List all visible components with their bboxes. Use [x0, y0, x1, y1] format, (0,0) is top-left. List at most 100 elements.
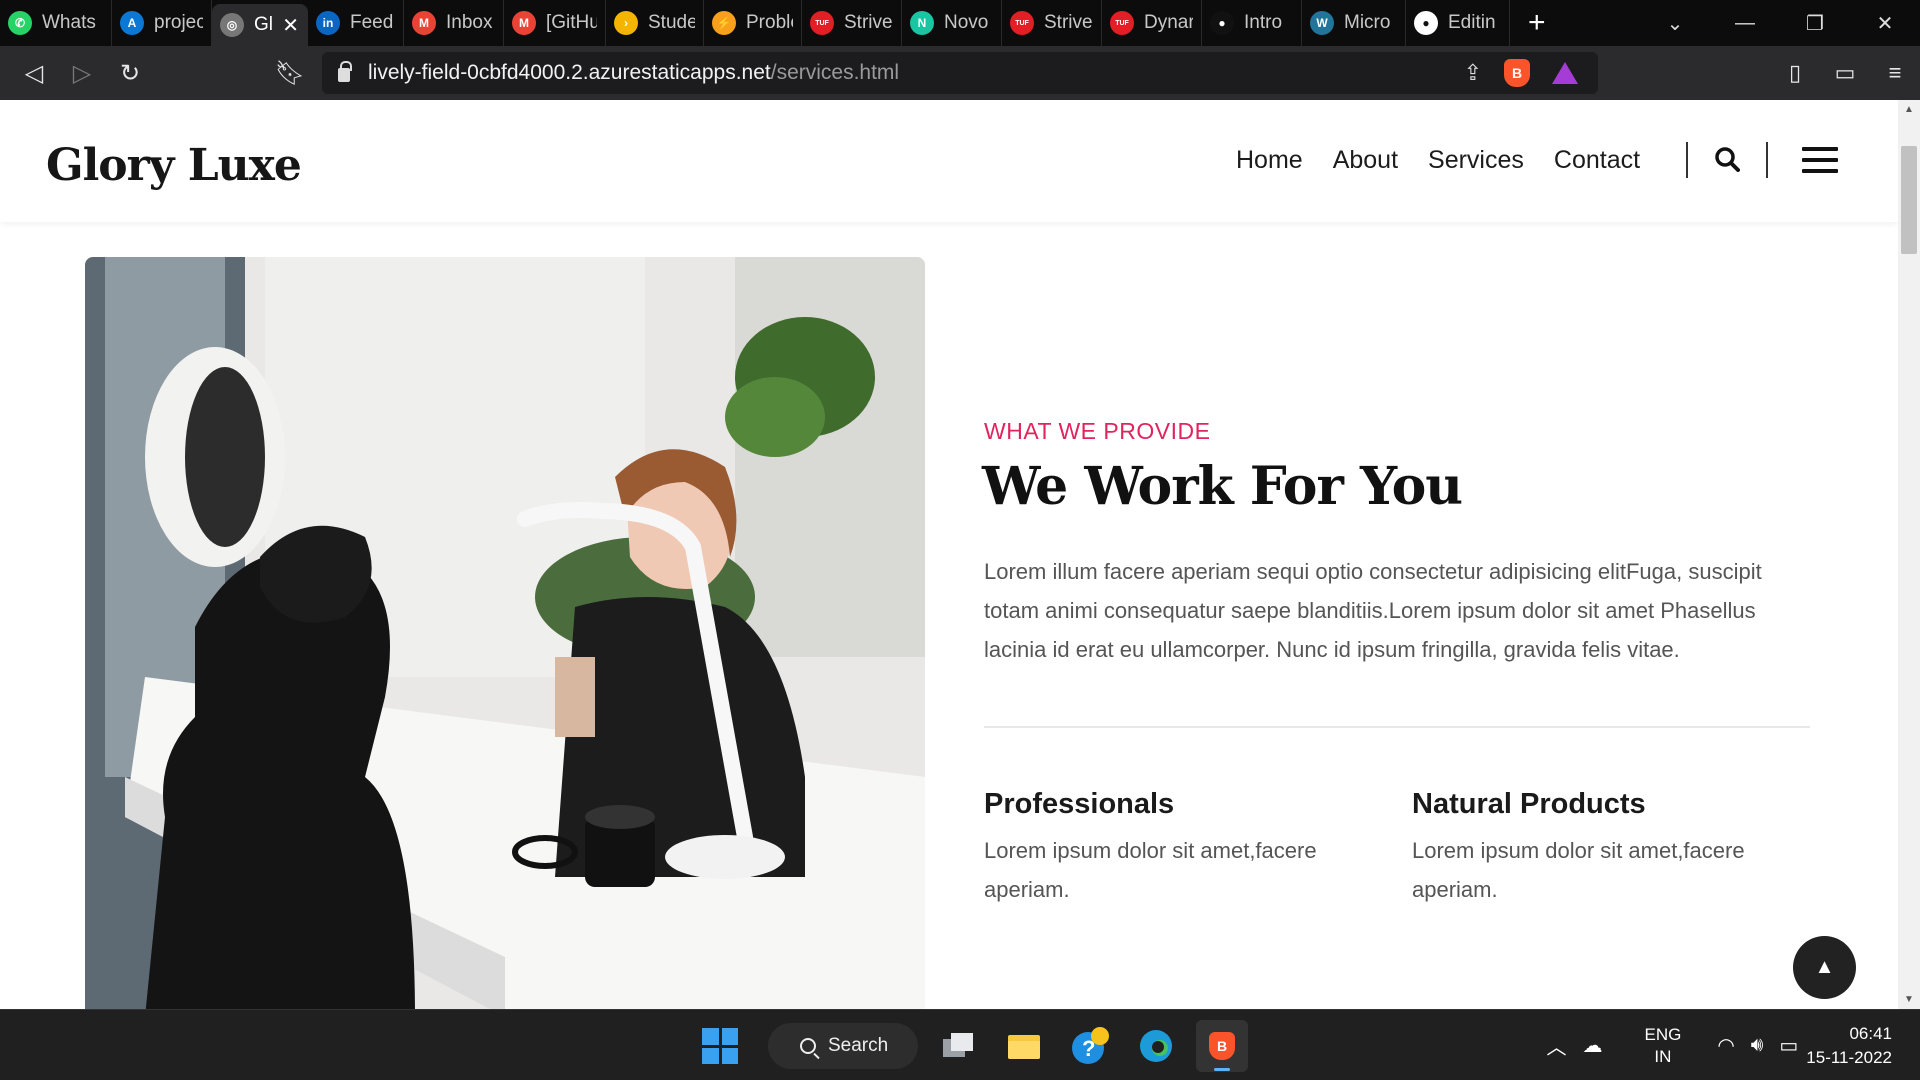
feature-natural-products: Natural Products Lorem ipsum dolor sit a… [1412, 788, 1792, 909]
gmail-icon: M [512, 11, 536, 35]
browser-tab[interactable]: in Feed [308, 0, 404, 46]
sidebar-toggle-icon[interactable]: ▯ [1770, 60, 1820, 86]
wifi-icon[interactable]: ◠ [1717, 1033, 1734, 1058]
back-button[interactable]: ◁ [10, 59, 58, 88]
tab-label: Strive [1044, 12, 1093, 33]
nav-home[interactable]: Home [1236, 146, 1303, 175]
browser-menu-icon[interactable]: ≡ [1870, 60, 1920, 86]
tab-search-chevron-icon[interactable]: ⌄ [1640, 11, 1710, 36]
tab-label: Editin [1448, 12, 1496, 33]
address-bar[interactable]: lively-field-0cbfd4000.2.azurestaticapps… [322, 52, 1598, 94]
header-divider [1686, 142, 1688, 178]
salon-photo [85, 257, 925, 1009]
lock-icon[interactable] [338, 61, 352, 82]
wordpress-icon: W [1310, 11, 1334, 35]
browser-tab[interactable]: TUF Strive [802, 0, 902, 46]
browser-tab[interactable]: Aprojec [112, 0, 212, 46]
window-controls: ⌄ — ❐ ✕ [1640, 0, 1920, 46]
browser-tab[interactable]: N Novo [902, 0, 1002, 46]
github-icon: ● [1210, 11, 1234, 35]
page-scrollbar[interactable]: ▲ ▼ [1898, 100, 1920, 1009]
file-explorer-icon[interactable] [998, 1020, 1050, 1072]
feature-professionals: Professionals Lorem ipsum dolor sit amet… [984, 788, 1364, 909]
feature-text: Lorem ipsum dolor sit amet,facere aperia… [1412, 838, 1745, 902]
scroll-up-icon[interactable]: ▲ [1898, 104, 1920, 115]
taskbar-search[interactable]: Search [768, 1023, 918, 1069]
onedrive-cloud-icon[interactable]: ☁ [1582, 1033, 1602, 1058]
close-window-button[interactable]: ✕ [1850, 11, 1920, 36]
site-header: Glory Luxe Home About Services Contact [0, 100, 1898, 222]
feature-title: Natural Products [1412, 788, 1646, 820]
start-button[interactable] [694, 1020, 746, 1072]
nav-contact[interactable]: Contact [1554, 146, 1640, 175]
scrollbar-thumb[interactable] [1901, 146, 1917, 254]
tab-list: ✆ Whats Aprojec ◎ Gl ✕ in Feed M Inbox M [GitHu › Stu… [0, 0, 1510, 46]
hamburger-menu-icon[interactable] [1802, 147, 1838, 173]
browser-tab[interactable]: M Inbox [404, 0, 504, 46]
tab-label: projec [154, 12, 203, 33]
tab-label: Micro [1344, 12, 1391, 33]
tab-label: Gl [254, 14, 273, 35]
task-view-icon[interactable] [932, 1020, 984, 1072]
brave-browser-icon[interactable]: B [1196, 1020, 1248, 1072]
tab-label: Inbox [446, 12, 493, 33]
nav-about[interactable]: About [1333, 146, 1398, 175]
section-divider [984, 726, 1810, 728]
region-code: IN [1654, 1046, 1672, 1066]
arrow-up-icon: ▲ [1814, 956, 1835, 978]
brave-logo-icon: B [1209, 1032, 1235, 1060]
help-icon[interactable]: ? [1064, 1020, 1116, 1072]
bookmark-icon[interactable]: 🔖︎ [266, 59, 314, 88]
browser-tab[interactable]: ● Intro [1202, 0, 1302, 46]
browser-tab[interactable]: ● Editin [1406, 0, 1510, 46]
clock[interactable]: 06:41 15-11-2022 [1806, 1022, 1892, 1070]
globe-icon: ◎ [220, 13, 244, 37]
volume-icon[interactable]: 🔊︎ [1751, 1034, 1764, 1057]
browser-tab[interactable]: TUF Strive [1002, 0, 1102, 46]
windows-logo-icon [702, 1028, 738, 1064]
restore-button[interactable]: ❐ [1780, 11, 1850, 36]
language-indicator[interactable]: ENG IN [1644, 1024, 1681, 1068]
browser-tab[interactable]: M [GitHu [504, 0, 606, 46]
section-headline: We Work For You [982, 456, 1463, 517]
tuf-icon: TUF [1110, 11, 1134, 35]
battery-icon[interactable]: ▭ [1779, 1033, 1798, 1058]
feature-title: Professionals [984, 788, 1175, 820]
new-tab-button[interactable]: + [1528, 6, 1546, 40]
google-classroom-icon: › [614, 11, 638, 35]
browser-toolbar: ◁ ▷ ↻ 🔖︎ lively-field-0cbfd4000.2.azures… [0, 46, 1920, 100]
clock-date: 15-11-2022 [1806, 1047, 1892, 1067]
linkedin-icon: in [316, 11, 340, 35]
novo-icon: N [910, 11, 934, 35]
chevron-up-icon[interactable]: ︿ [1546, 1031, 1566, 1060]
section-eyebrow: WHAT WE PROVIDE [984, 418, 1211, 444]
nav-services[interactable]: Services [1428, 146, 1524, 175]
edge-icon[interactable] [1130, 1020, 1182, 1072]
scroll-down-icon[interactable]: ▼ [1898, 994, 1920, 1005]
browser-tab[interactable]: › Stude [606, 0, 704, 46]
web-page: Glory Luxe Home About Services Contact W… [0, 100, 1898, 1009]
gmail-icon: M [412, 11, 436, 35]
tab-label: Strive [844, 12, 893, 33]
browser-tab[interactable]: ⚡ Proble [704, 0, 802, 46]
search-icon[interactable] [1714, 146, 1740, 172]
tab-label: Feed [350, 12, 394, 33]
wallet-icon[interactable]: ▭ [1820, 60, 1870, 86]
search-icon [800, 1038, 816, 1054]
whatsapp-icon: ✆ [8, 11, 32, 35]
reload-button[interactable]: ↻ [106, 59, 154, 88]
site-logo[interactable]: Glory Luxe [46, 140, 302, 191]
windows-taskbar: Search ? B ︿ ☁ ENG IN ◠ 🔊︎ ▭ 06:41 15-11… [0, 1009, 1920, 1080]
forward-button[interactable]: ▷ [58, 59, 106, 88]
browser-tab[interactable]: TUF Dynar [1102, 0, 1202, 46]
tab-label: Novo [944, 12, 989, 33]
close-tab-icon[interactable]: ✕ [282, 13, 299, 38]
brave-shields-icon[interactable]: B [1504, 59, 1530, 87]
browser-tab[interactable]: ◎ Gl ✕ [212, 4, 308, 46]
browser-tab[interactable]: W Micro [1302, 0, 1406, 46]
browser-tab[interactable]: ✆ Whats [0, 0, 112, 46]
brave-rewards-icon[interactable] [1552, 62, 1578, 84]
back-to-top-button[interactable]: ▲ [1793, 936, 1856, 999]
share-icon[interactable]: ⇪ [1464, 60, 1482, 86]
minimize-button[interactable]: — [1710, 12, 1780, 35]
